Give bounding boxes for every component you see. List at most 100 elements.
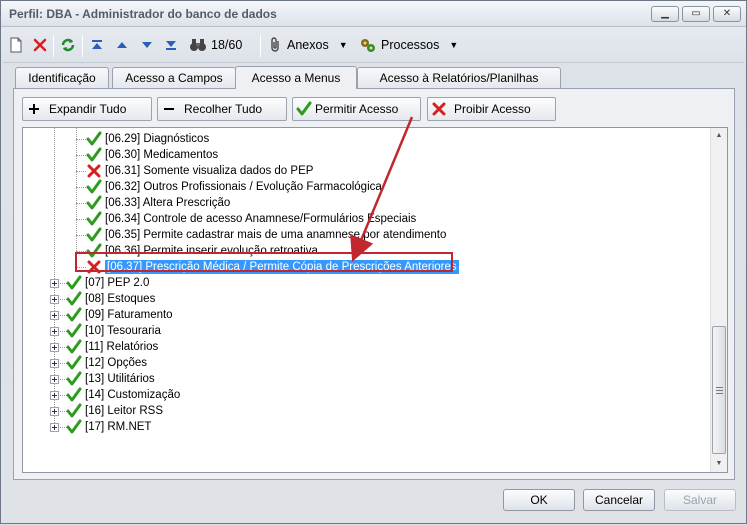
first-record-button[interactable] [90, 34, 104, 56]
checkmark-icon [66, 339, 82, 355]
tree-group-label: [14] Customização [85, 389, 181, 401]
expand-node-icon[interactable] [50, 407, 59, 416]
tree-child-item[interactable]: [06.35] Permite cadastrar mais de uma an… [23, 227, 713, 243]
toolbar-separator [260, 35, 261, 57]
tab-acesso-relatorios[interactable]: Acesso à Relatórios/Planilhas [357, 67, 561, 89]
tree-item-label: [06.29] Diagnósticos [105, 133, 210, 145]
anexos-label: Anexos [287, 38, 329, 52]
expand-node-icon[interactable] [50, 375, 59, 384]
checkmark-icon [66, 387, 82, 403]
scroll-down-icon[interactable]: ▼ [711, 456, 727, 472]
anexos-menu-button[interactable]: Anexos ▼ [269, 34, 348, 56]
tree-group-item[interactable]: [12] Opções [23, 355, 713, 371]
allow-access-button[interactable]: Permitir Acesso [292, 97, 421, 121]
tree-group-label: [16] Leitor RSS [85, 405, 163, 417]
tree-group-item[interactable]: [09] Faturamento [23, 307, 713, 323]
expand-node-icon[interactable] [50, 311, 59, 320]
new-record-button[interactable] [9, 34, 23, 56]
deny-access-button[interactable]: Proibir Acesso [427, 97, 556, 121]
expand-node-icon[interactable] [50, 343, 59, 352]
tree-connector [76, 155, 86, 156]
checkmark-icon [66, 307, 82, 323]
tree-group-item[interactable]: [11] Relatórios [23, 339, 713, 355]
tree-group-item[interactable]: [07] PEP 2.0 [23, 275, 713, 291]
tree-connector [76, 128, 77, 267]
processos-menu-button[interactable]: Processos ▼ [359, 34, 458, 56]
expand-node-icon[interactable] [50, 391, 59, 400]
close-icon: ✕ [722, 8, 732, 19]
maximize-button[interactable]: ▭ [682, 6, 710, 22]
checkmark-icon [86, 211, 102, 227]
tree-child-item[interactable]: [06.34] Controle de acesso Anamnese/Form… [23, 211, 713, 227]
find-button[interactable]: 18/60 [189, 34, 242, 56]
delete-icon [33, 38, 47, 52]
refresh-button[interactable] [60, 34, 76, 56]
tree-child-item[interactable]: [06.31] Somente visualiza dados do PEP [23, 163, 713, 179]
expand-all-button[interactable]: Expandir Tudo [22, 97, 152, 121]
chevron-down-icon: ▼ [449, 40, 459, 50]
tree-child-item[interactable]: [06.32] Outros Profissionais / Evolução … [23, 179, 713, 195]
tree-group-label: [07] PEP 2.0 [85, 277, 150, 289]
tree-connector [76, 219, 86, 220]
ok-button[interactable]: OK [503, 489, 575, 511]
checkmark-icon [66, 371, 82, 387]
scroll-up-icon[interactable]: ▲ [711, 128, 727, 144]
expand-node-icon[interactable] [50, 279, 59, 288]
expand-node-icon[interactable] [50, 359, 59, 368]
vertical-scrollbar[interactable]: ▲ ▼ [710, 128, 727, 472]
collapse-all-button[interactable]: Recolher Tudo [157, 97, 287, 121]
tree-group-item[interactable]: [14] Customização [23, 387, 713, 403]
checkmark-icon [86, 179, 102, 195]
tab-acesso-menus[interactable]: Acesso a Menus [235, 66, 357, 89]
checkmark-icon [66, 419, 82, 435]
tree-connector [76, 171, 86, 172]
checkmark-icon [86, 195, 102, 211]
tree-connector [76, 203, 86, 204]
deny-access-label: Proibir Acesso [454, 102, 531, 116]
gears-icon [361, 39, 375, 52]
expand-node-icon[interactable] [50, 295, 59, 304]
menu-tree[interactable]: [06.29] Diagnósticos [06.30] Medicamentos… [22, 127, 728, 473]
tab-acesso-campos[interactable]: Acesso a Campos [112, 67, 236, 89]
tree-group-label: [13] Utilitários [85, 373, 155, 385]
close-window-button[interactable]: ✕ [713, 6, 741, 22]
paperclip-icon [271, 37, 279, 52]
tree-child-item[interactable]: [06.29] Diagnósticos [23, 131, 713, 147]
checkmark-icon [66, 403, 82, 419]
minimize-button[interactable]: ▁ [651, 6, 679, 22]
tree-child-item[interactable]: [06.30] Medicamentos [23, 147, 713, 163]
tree-group-item[interactable]: [13] Utilitários [23, 371, 713, 387]
title-bar: Perfil: DBA - Administrador do banco de … [1, 1, 746, 27]
cancel-button[interactable]: Cancelar [583, 489, 655, 511]
save-button[interactable]: Salvar [664, 489, 736, 511]
previous-record-button[interactable] [115, 34, 129, 56]
collapse-all-label: Recolher Tudo [184, 102, 263, 116]
checkmark-icon [66, 323, 82, 339]
expand-node-icon[interactable] [50, 327, 59, 336]
delete-record-button[interactable] [33, 34, 47, 56]
checkmark-icon [86, 147, 102, 163]
tree-group-item[interactable]: [10] Tesouraria [23, 323, 713, 339]
tree-connector [76, 187, 86, 188]
plus-icon [23, 103, 45, 115]
checkmark-icon [86, 131, 102, 147]
record-counter: 18/60 [211, 38, 243, 52]
expand-all-label: Expandir Tudo [49, 102, 127, 116]
tree-group-item[interactable]: [08] Estoques [23, 291, 713, 307]
scrollbar-thumb[interactable] [712, 326, 726, 454]
tree-group-label: [11] Relatórios [85, 341, 159, 353]
tree-item-label: [06.34] Controle de acesso Anamnese/Form… [105, 213, 417, 225]
last-record-button[interactable] [164, 34, 178, 56]
x-icon [86, 163, 102, 179]
expand-node-icon[interactable] [50, 423, 59, 432]
x-icon [428, 102, 450, 116]
tree-child-item[interactable]: [06.33] Altera Prescrição [23, 195, 713, 211]
allow-access-label: Permitir Acesso [315, 102, 399, 116]
tree-group-item[interactable]: [16] Leitor RSS [23, 403, 713, 419]
tree-item-label: [06.35] Permite cadastrar mais de uma an… [105, 229, 447, 241]
tree-item-label: [06.33] Altera Prescrição [105, 197, 231, 209]
tree-item-label: [06.30] Medicamentos [105, 149, 219, 161]
next-record-button[interactable] [140, 34, 154, 56]
tab-identificacao[interactable]: Identificação [15, 67, 109, 89]
tree-group-item[interactable]: [17] RM.NET [23, 419, 713, 435]
